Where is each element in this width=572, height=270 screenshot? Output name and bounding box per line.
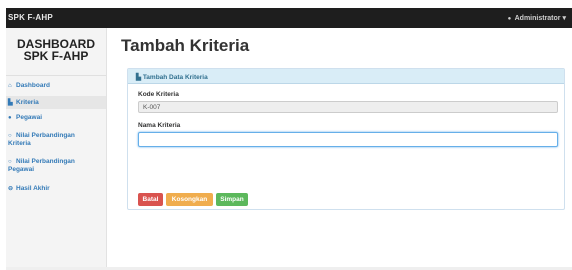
sidebar-item-kriteria[interactable]: ▙ Kriteria — [6, 96, 106, 109]
top-navbar: SPK F-AHP ● Administrator ▾ — [6, 8, 572, 28]
panel-heading-title: Tambah Data Kriteria — [142, 74, 208, 81]
user-menu[interactable]: ● Administrator ▾ — [506, 14, 566, 22]
name-field[interactable] — [138, 132, 558, 147]
sidebar-item-nilai-pegawai[interactable]: ○ Nilai Perbandingan Pegawai — [6, 158, 106, 174]
sidebar-item-pegawai[interactable]: ● Pegawai — [6, 114, 106, 122]
sidebar-item-nilai-kriteria[interactable]: ○ Nilai Perbandingan Kriteria — [6, 132, 106, 148]
sidebar-divider — [6, 75, 106, 76]
user-name: Administrator — [514, 15, 561, 22]
save-button[interactable]: Simpan — [216, 193, 248, 206]
form-panel: ▙ Tambah Data Kriteria Kode Kriteria Nam… — [127, 68, 565, 210]
main-content: Tambah Kriteria ▙ Tambah Data Kriteria K… — [117, 28, 572, 267]
brand-title[interactable]: SPK F-AHP — [8, 13, 53, 22]
code-label: Kode Kriteria — [138, 91, 179, 98]
sidebar-title: DASHBOARD SPK F-AHP — [17, 37, 95, 63]
search-icon: ○ — [8, 159, 12, 165]
sidebar-item-hasil-akhir[interactable]: ⊖ Hasil Akhir — [6, 185, 106, 193]
sidebar: DASHBOARD SPK F-AHP ⌂ Dashboard ▙ Kriteria… — [6, 28, 107, 267]
code-field — [138, 101, 558, 113]
sidebar-item-dashboard[interactable]: ⌂ Dashboard — [6, 82, 106, 90]
document-icon: ▙ — [136, 74, 141, 81]
search-icon: ○ — [8, 133, 12, 139]
chevron-down-icon: ▾ — [562, 15, 566, 22]
name-label: Nama Kriteria — [138, 122, 181, 129]
user-icon: ● — [8, 115, 12, 121]
home-icon: ⌂ — [8, 83, 12, 89]
panel-heading: ▙ Tambah Data Kriteria — [128, 69, 564, 84]
document-icon: ▙ — [8, 100, 13, 106]
minus-circle-icon: ⊖ — [8, 186, 14, 192]
page-title: Tambah Kriteria — [121, 36, 250, 55]
cancel-button[interactable]: Batal — [138, 193, 163, 206]
clear-button[interactable]: Kosongkan — [166, 193, 213, 206]
user-icon: ● — [507, 16, 512, 22]
